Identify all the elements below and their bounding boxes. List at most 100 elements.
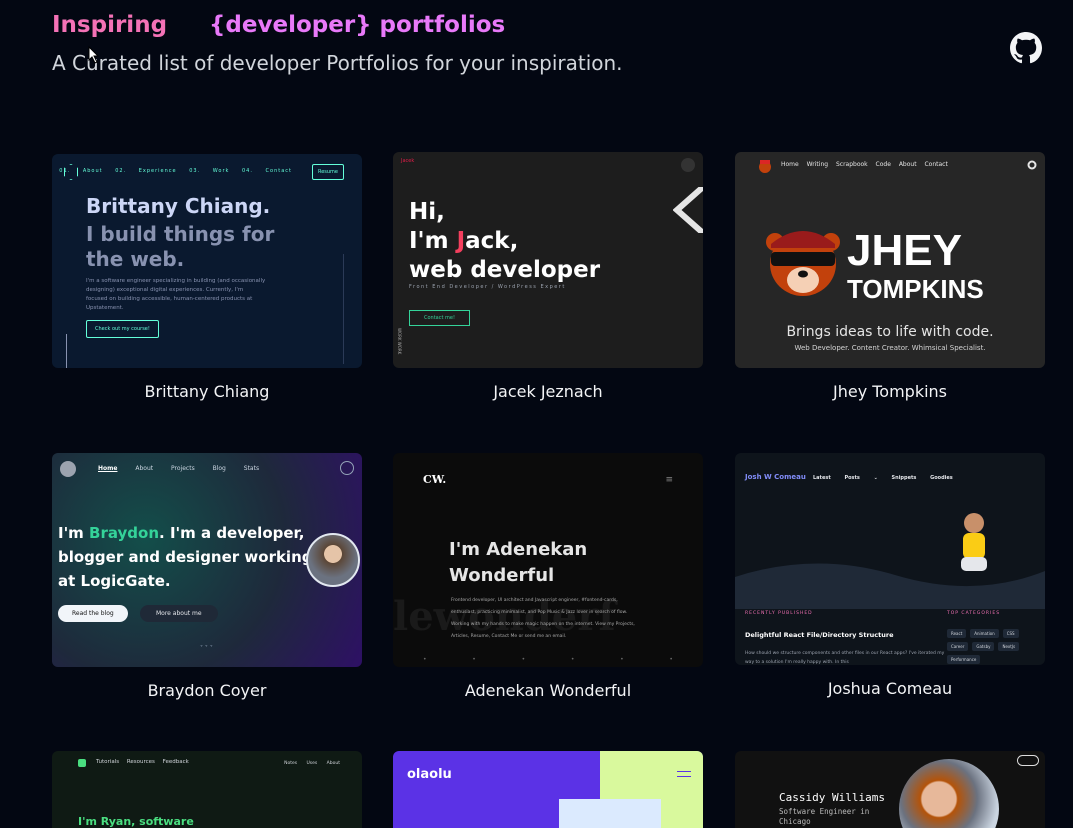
shot-article-title: Delightful React File/Directory Structur…: [745, 631, 894, 639]
shot-logo: Josh W Comeau: [745, 473, 806, 481]
title-inspiring: Inspiring: [52, 12, 168, 38]
shot-line2: I'm Jack,: [409, 227, 600, 256]
shot-about-button: More about me: [140, 605, 218, 622]
shot-cta-button: Check out my course!: [86, 320, 159, 338]
gear-icon: [1027, 160, 1037, 170]
shot-paragraph: I'm a software engineer specializing in …: [86, 278, 266, 311]
title-developer-portfolios: {developer} portfolios: [209, 12, 506, 38]
facebook-icon: •: [472, 656, 476, 663]
shot-blog-button: Read the blog: [58, 605, 128, 622]
portfolio-screenshot[interactable]: lewonderf CW. ≡ I'm Adenekan Wonderful Fr…: [393, 453, 703, 667]
shot-contact-button: Contact me!: [409, 310, 470, 326]
social-icons-row: • • • • • •: [423, 656, 673, 663]
twitter-icon: •: [423, 656, 427, 663]
portfolio-name[interactable]: Brittany Chiang: [52, 382, 362, 401]
shot-role: Software Engineer in Chicago: [779, 807, 870, 826]
shot-headline: I'm Ryan, software: [78, 815, 194, 828]
portfolio-screenshot[interactable]: olaolu: [393, 751, 703, 828]
shot-paragraph: Frontend developer, UI architect and Jav…: [451, 598, 635, 639]
portfolio-screenshot[interactable]: 01. About 02. Experience 03. Work 04. Co…: [52, 154, 362, 368]
shot-resume-button: Resume: [311, 164, 344, 180]
shot-brand: Jacek: [401, 158, 415, 164]
shot-right-nav: Notes Uses About: [284, 761, 340, 766]
hamburger-icon: [681, 158, 695, 172]
page-subtitle: A Curated list of developer Portfolios f…: [52, 51, 623, 75]
portfolio-screenshot[interactable]: Home About Projects Blog Stats I'm Brayd…: [52, 453, 362, 667]
shot-subheadline: I build things for the web.: [86, 222, 275, 271]
portfolio-card-jhey-tompkins[interactable]: Home Writing Scrapbook Code About Contac…: [735, 152, 1045, 401]
hamburger-icon: ≡: [665, 475, 673, 485]
linkedin-icon: •: [521, 656, 526, 663]
portfolio-screenshot[interactable]: Cassidy Williams Software Engineer in Ch…: [735, 751, 1045, 828]
dribbble-icon: •: [620, 656, 624, 663]
shot-topcat-label: TOP CATEGORIES: [947, 611, 1001, 616]
portfolio-card-jacek-jeznach[interactable]: Jacek Hi, I'm Jack, web developer Front …: [393, 152, 703, 401]
social-sideline: [66, 334, 67, 368]
profile-photo: [559, 799, 661, 828]
chevron-down-icon: ˅ ˅ ˅: [200, 645, 213, 652]
shot-logo: olaolu: [407, 767, 452, 782]
shot-nav-rest: About Projects Blog Stats: [135, 465, 260, 472]
portfolio-screenshot[interactable]: Jacek Hi, I'm Jack, web developer Front …: [393, 152, 703, 368]
shot-pre: I'm: [58, 524, 90, 542]
shot-side-text: WORK WORK: [397, 327, 402, 354]
portfolio-screenshot[interactable]: Tutorials Resources Feedback Notes Uses …: [52, 751, 362, 828]
portfolio-name[interactable]: Adenekan Wonderful: [393, 681, 703, 700]
chevron-left-icon: [673, 187, 703, 233]
character-figure-icon: [961, 513, 987, 571]
shot-highlight: Braydon: [89, 524, 160, 542]
shot-title-line1: JHEY: [847, 226, 962, 275]
wave-divider: [735, 563, 1045, 609]
avatar: [60, 461, 76, 477]
portfolio-name[interactable]: Joshua Comeau: [735, 679, 1045, 698]
profile-photo: [306, 533, 360, 587]
shot-line2b: ack,: [465, 228, 519, 254]
shot-subtitle: Front End Developer / WordPress Expert: [409, 284, 566, 290]
shot-headline: Brittany Chiang.: [86, 194, 271, 218]
shot-line1: Hi,: [409, 199, 445, 225]
shot-name: Cassidy Williams: [779, 791, 885, 804]
medium-icon: •: [669, 656, 673, 663]
shot-line2: Wonderful: [449, 565, 555, 586]
portfolio-card-ryan[interactable]: Tutorials Resources Feedback Notes Uses …: [52, 751, 362, 828]
portfolio-card-olaolu[interactable]: olaolu: [393, 751, 703, 828]
shot-headline: I'm Adenekan Wonderful: [449, 537, 587, 589]
shot-tags: React Animation CSS Career Gatsby NextJs…: [947, 629, 1039, 664]
portfolio-name[interactable]: Jhey Tompkins: [735, 382, 1045, 401]
portfolio-card-joshua-comeau[interactable]: Josh W Comeau Latest Posts ⌄ Snippets Go…: [735, 453, 1045, 698]
github-icon[interactable]: [1010, 32, 1042, 64]
mouse-cursor-icon: [88, 46, 100, 64]
bear-logo-icon: [759, 160, 771, 173]
shot-nav: 01. About 02. Experience 03. Work 04. Co…: [59, 168, 292, 174]
shot-tagline: Brings ideas to life with code.: [786, 324, 994, 340]
portfolio-card-brittany-chiang[interactable]: 01. About 02. Experience 03. Work 04. Co…: [52, 154, 362, 401]
tag: React: [947, 629, 967, 638]
portfolio-name[interactable]: Braydon Coyer: [52, 681, 362, 700]
tag: Gatsby: [972, 642, 995, 651]
tag: Performance: [947, 655, 981, 664]
shot-line2a: I'm: [409, 228, 457, 254]
shot-nav: Home Writing Scrapbook Code About Contac…: [781, 161, 948, 168]
tag: CSS: [1002, 629, 1019, 638]
github-icon: •: [570, 656, 575, 663]
portfolio-name[interactable]: Jacek Jeznach: [393, 382, 703, 401]
bear-mascot-icon: [766, 231, 840, 296]
shot-recent-label: RECENTLY PUBLISHED: [745, 611, 813, 616]
tag: Animation: [970, 629, 999, 638]
shot-line2j: J: [456, 228, 466, 254]
email-sideline: [343, 254, 344, 364]
shot-line1: I'm Adenekan: [449, 539, 588, 560]
shot-headline: I'm Braydon. I'm a developer, blogger an…: [58, 521, 318, 593]
portfolio-card-braydon-coyer[interactable]: Home About Projects Blog Stats I'm Brayd…: [52, 453, 362, 700]
portfolio-card-cassidy-williams[interactable]: Cassidy Williams Software Engineer in Ch…: [735, 751, 1045, 828]
shot-nav: Latest Posts ⌄ Snippets Goodies: [813, 475, 953, 481]
portfolio-screenshot[interactable]: Josh W Comeau Latest Posts ⌄ Snippets Go…: [735, 453, 1045, 665]
page-header: Inspiring {developer} portfolios A Curate…: [52, 12, 623, 75]
hamburger-icon: [677, 771, 691, 777]
shot-logo: CW.: [423, 473, 447, 486]
shot-nav: Home About Projects Blog Stats: [98, 465, 259, 472]
shot-roles: Web Developer. Content Creator. Whimsica…: [794, 344, 986, 352]
theme-toggle-icon: [1017, 755, 1039, 766]
portfolio-screenshot[interactable]: Home Writing Scrapbook Code About Contac…: [735, 152, 1045, 368]
portfolio-card-adenekan-wonderful[interactable]: lewonderf CW. ≡ I'm Adenekan Wonderful Fr…: [393, 453, 703, 700]
